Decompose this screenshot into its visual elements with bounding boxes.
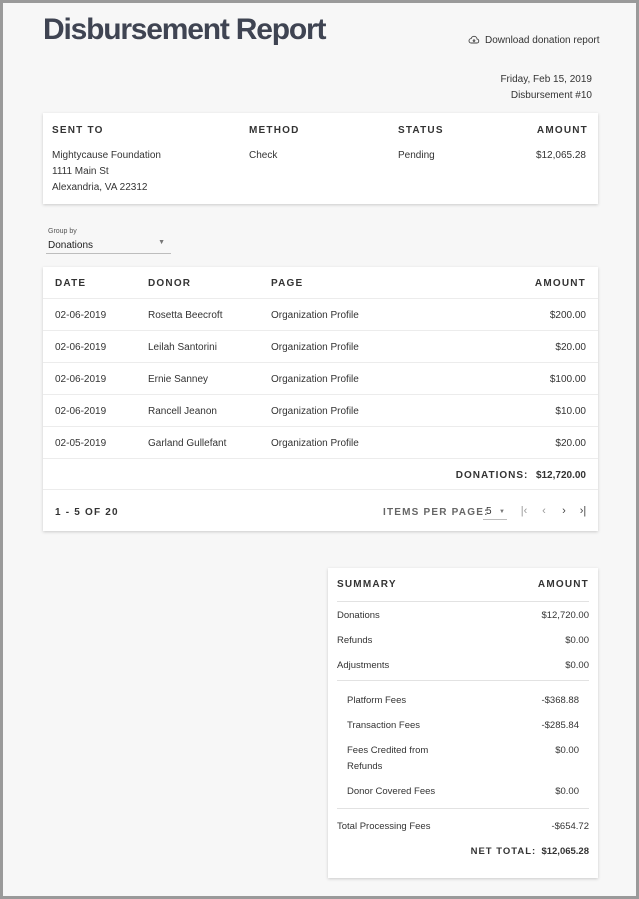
items-per-page-select[interactable]: 5 ▼ — [483, 502, 507, 520]
recipient-name: Mightycause Foundation — [52, 150, 161, 161]
summary-label: Transaction Fees — [347, 720, 421, 731]
summary-value: $0.00 — [565, 635, 589, 646]
amount-column-header: AMOUNT — [534, 278, 586, 289]
recipient-city: Alexandria, VA 22312 — [52, 182, 148, 193]
row-amount: $200.00 — [549, 310, 586, 321]
donations-total-row: DONATIONS: $12,720.00 — [43, 458, 598, 489]
page-column-header: PAGE — [271, 278, 304, 289]
page-title: Disbursement Report — [43, 13, 326, 46]
items-per-page-value: 5 — [486, 506, 492, 517]
amount-header: AMOUNT — [536, 125, 588, 136]
row-donor: Rancell Jeanon — [148, 406, 217, 417]
summary-value: -$285.84 — [541, 720, 579, 731]
summary-label: Platform Fees — [347, 695, 407, 706]
donations-table-card: DATE DONOR PAGE AMOUNT 02-06-2019 Rosett… — [43, 267, 598, 531]
summary-label: Adjustments — [337, 660, 390, 671]
donations-total-value: $12,720.00 — [535, 470, 586, 481]
recipient-street: 1111 Main St — [52, 166, 109, 177]
row-page: Organization Profile — [271, 310, 359, 321]
group-by-label: Group by — [48, 228, 77, 235]
summary-card: SUMMARY AMOUNT Donations $12,720.00 Refu… — [328, 568, 598, 878]
previous-page-icon[interactable]: ‹ — [537, 505, 551, 517]
next-page-icon[interactable]: › — [557, 505, 571, 517]
report-date: Friday, Feb 15, 2019 — [500, 74, 592, 85]
summary-label: Donations — [337, 610, 380, 621]
row-page: Organization Profile — [271, 342, 359, 353]
net-total-value: $12,065.28 — [541, 846, 589, 857]
row-amount: $10.00 — [555, 406, 586, 417]
row-date: 02-06-2019 — [55, 374, 107, 385]
group-by-value: Donations — [48, 240, 94, 251]
table-row: 02-06-2019 Rancell Jeanon Organization P… — [43, 394, 598, 426]
row-amount: $20.00 — [555, 342, 586, 353]
summary-amount-header: AMOUNT — [537, 579, 589, 590]
row-date: 02-05-2019 — [55, 438, 107, 449]
report-frame: Disbursement Report Download donation re… — [0, 0, 639, 899]
status-header: STATUS — [398, 125, 444, 136]
disbursement-details-card: SENT TO METHOD STATUS AMOUNT Mightycause… — [43, 113, 598, 204]
sent-to-header: SENT TO — [52, 125, 104, 136]
disbursement-number: Disbursement #10 — [510, 90, 592, 101]
row-date: 02-06-2019 — [55, 342, 107, 353]
row-donor: Rosetta Beecroft — [148, 310, 223, 321]
divider — [337, 808, 589, 809]
donations-total-label: DONATIONS: — [455, 470, 529, 481]
summary-label: Donor Covered Fees — [347, 786, 436, 797]
summary-value: -$368.88 — [541, 695, 579, 706]
row-date: 02-06-2019 — [55, 310, 107, 321]
summary-label: Total Processing Fees — [337, 821, 431, 832]
row-amount: $20.00 — [555, 438, 586, 449]
summary-value: $12,720.00 — [541, 610, 589, 621]
items-per-page-label: ITEMS PER PAGE: — [383, 507, 489, 518]
row-date: 02-06-2019 — [55, 406, 107, 417]
first-page-icon[interactable]: |‹ — [517, 505, 531, 517]
divider — [337, 680, 589, 681]
summary-label: Fees Credited from — [347, 745, 429, 756]
last-page-icon[interactable]: ›| — [576, 505, 590, 517]
row-donor: Ernie Sanney — [148, 374, 209, 385]
summary-value: $0.00 — [555, 745, 579, 756]
table-row: 02-06-2019 Rosetta Beecroft Organization… — [43, 298, 598, 330]
row-donor: Leilah Santorini — [148, 342, 217, 353]
summary-label: Refunds — [337, 635, 373, 646]
caret-down-icon: ▼ — [499, 509, 505, 515]
download-label: Download donation report — [485, 34, 600, 46]
row-donor: Garland Gullefant — [148, 438, 227, 449]
page-range: 1 - 5 OF 20 — [55, 507, 119, 518]
download-report-link[interactable]: Download donation report — [468, 34, 600, 46]
donor-column-header: DONOR — [148, 278, 192, 289]
summary-value: $0.00 — [555, 786, 579, 797]
summary-label: Refunds — [347, 761, 383, 772]
table-row: 02-06-2019 Leilah Santorini Organization… — [43, 330, 598, 362]
caret-down-icon: ▼ — [158, 239, 165, 246]
group-by-select[interactable]: Group by Donations ▼ — [46, 228, 171, 254]
summary-value: -$654.72 — [551, 821, 589, 832]
divider — [337, 601, 589, 602]
table-row: 02-05-2019 Garland Gullefant Organizatio… — [43, 426, 598, 458]
method-value: Check — [249, 150, 278, 161]
amount-value: $12,065.28 — [535, 150, 586, 161]
method-header: METHOD — [249, 125, 300, 136]
cloud-download-icon — [468, 35, 480, 44]
table-row: 02-06-2019 Ernie Sanney Organization Pro… — [43, 362, 598, 394]
row-page: Organization Profile — [271, 438, 359, 449]
row-page: Organization Profile — [271, 406, 359, 417]
summary-value: $0.00 — [565, 660, 589, 671]
donations-total: DONATIONS: $12,720.00 — [456, 470, 586, 481]
row-page: Organization Profile — [271, 374, 359, 385]
net-total: NET TOTAL: $12,065.28 — [471, 846, 589, 857]
table-paginator: 1 - 5 OF 20 ITEMS PER PAGE: 5 ▼ |‹ ‹ › ›… — [43, 489, 598, 531]
row-amount: $100.00 — [549, 374, 586, 385]
status-value: Pending — [398, 150, 435, 161]
date-column-header: DATE — [55, 278, 87, 289]
net-total-label: NET TOTAL: — [470, 846, 537, 857]
summary-header: SUMMARY — [337, 579, 397, 590]
